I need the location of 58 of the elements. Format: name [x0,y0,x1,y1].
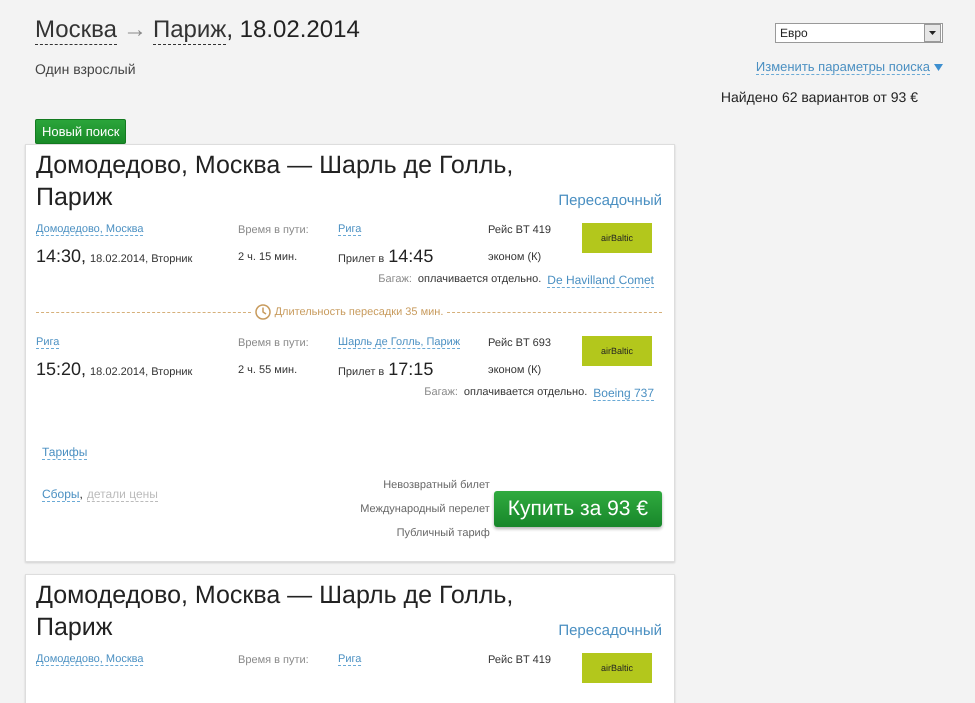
fare-condition: Международный перелет [360,503,490,515]
destination-city-link[interactable]: Париж [152,16,226,45]
travel-duration: 2 ч. 55 мин. [238,364,298,376]
results-summary: Найдено 62 вариантов от 93 € [720,89,918,105]
airport-link[interactable]: Домодедово, Москва [36,223,144,236]
clock-icon [254,304,271,320]
arrival-label: Прилет в [338,366,384,378]
travel-time-label: Время в пути: [238,654,310,666]
dropdown-arrow-icon [929,31,936,35]
departure-date: 18.02.2014, Вторник [90,366,192,378]
arrow-glyph: → [122,16,147,44]
origin-city-link[interactable]: Москва [35,16,117,45]
cabin-class: эконом (К) [488,250,542,262]
airline-logo: airBaltic [582,653,652,683]
fees-link[interactable]: Сборы [42,487,80,502]
baggage-label: Багаж: [424,386,458,400]
airport-link[interactable]: Рига [36,336,60,349]
arrival-time: 14:45 [388,246,434,267]
airport-link[interactable]: Шарль де Голль, Париж [338,336,460,349]
aircraft-link[interactable]: De Havilland Comet [547,273,654,288]
baggage-info: оплачивается отдельно. [464,386,588,400]
currency-select[interactable]: Евро [775,23,943,43]
flight-date: , 18.02.2014 [226,16,360,45]
baggage-label: Багаж: [378,273,412,287]
travel-time-label: Время в пути: [238,336,310,348]
travel-time-label: Время в пути: [238,224,310,236]
baggage-info: оплачивается отдельно. [418,273,542,287]
departure-time: 15:20, [36,359,86,380]
layover-text: Длительность пересадки 35 мин. [274,306,444,318]
flight-number: Рейс BT 419 [488,654,552,666]
travel-duration: 2 ч. 15 мин. [238,250,298,262]
airport-link[interactable]: Домодедово, Москва [36,653,144,666]
change-search-link[interactable]: Изменить параметры поиска [756,59,930,75]
airport-link[interactable]: Рига [338,653,362,666]
fare-condition: Невозвратный билет [383,479,490,491]
airline-logo: airBaltic [582,336,652,366]
buy-button[interactable]: Купить за 93 € [494,491,662,527]
flight-number: Рейс BT 693 [488,336,552,348]
triangle-down-icon [934,64,943,70]
airline-logo: airBaltic [582,223,652,253]
tariffs-link[interactable]: Тарифы [42,445,88,460]
airport-link[interactable]: Рига [338,223,362,236]
departure-date: 18.02.2014, Вторник [90,253,192,265]
transfer-type-label: Пересадочный [558,192,662,209]
flight-number: Рейс BT 419 [488,224,552,236]
arrival-time: 17:15 [388,359,434,380]
aircraft-link[interactable]: Boeing 737 [593,386,654,401]
passengers-text: Один взрослый [35,61,137,77]
route-title: Домодедово, Москва — Шарль де Голль, Париж [36,150,514,213]
route-title: Домодедово, Москва — Шарль де Голль, Париж [36,580,514,643]
departure-time: 14:30, [36,246,86,267]
cabin-class: эконом (К) [488,364,542,376]
fare-condition: Публичный тариф [396,527,490,539]
price-details-link[interactable]: детали цены [86,487,158,502]
new-search-button[interactable]: Новый поиск [35,119,126,144]
transfer-type-label: Пересадочный [558,622,662,639]
arrival-label: Прилет в [338,253,384,265]
comma-text: , [80,487,83,502]
